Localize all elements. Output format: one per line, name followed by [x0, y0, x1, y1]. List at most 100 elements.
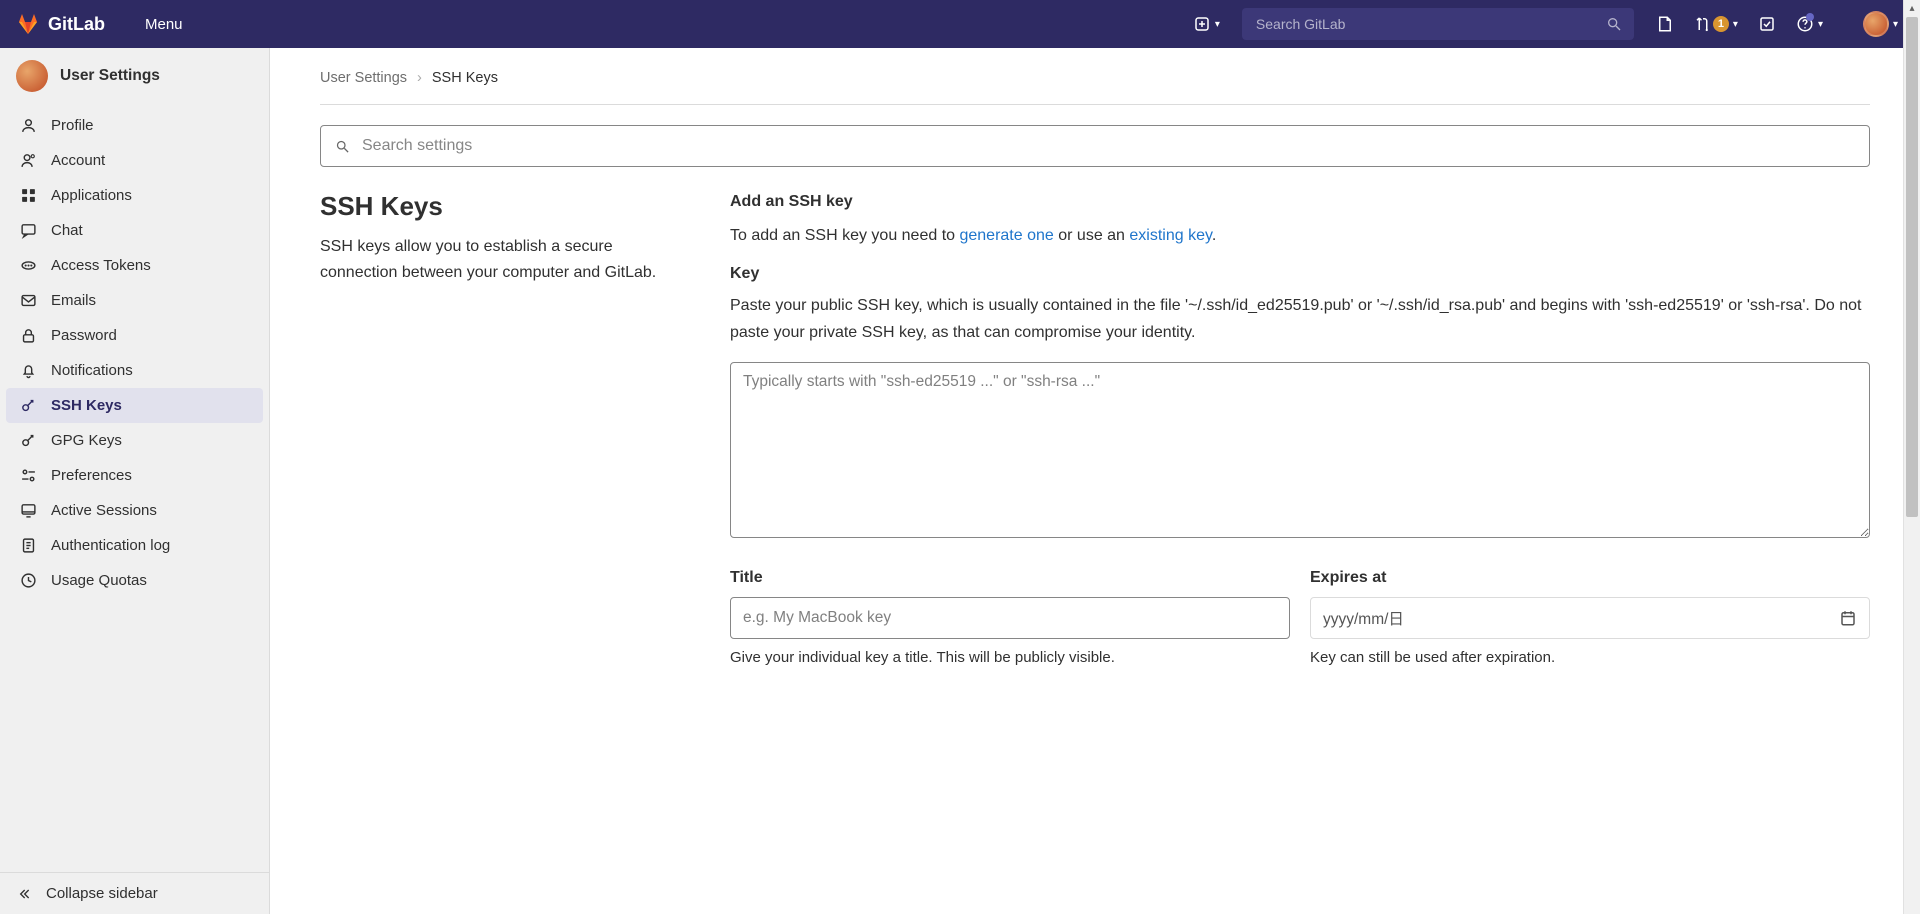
sidebar-item-access-tokens[interactable]: Access Tokens	[6, 248, 263, 283]
log-icon	[20, 537, 37, 554]
user-menu-button[interactable]: ▾	[1857, 5, 1904, 43]
intro-text: or use an	[1054, 227, 1130, 244]
sidebar-item-notifications[interactable]: Notifications	[6, 353, 263, 388]
chevron-right-icon: ›	[417, 70, 422, 86]
plus-icon	[1193, 15, 1211, 33]
search-icon	[1606, 16, 1622, 32]
sidebar-item-chat[interactable]: Chat	[6, 213, 263, 248]
notification-dot-icon	[1806, 13, 1814, 21]
intro-text: .	[1212, 227, 1216, 244]
sidebar-item-ssh-keys[interactable]: SSH Keys	[6, 388, 263, 423]
existing-key-link[interactable]: existing key	[1129, 227, 1211, 244]
chevron-down-icon: ▾	[1215, 19, 1220, 30]
menu-button[interactable]: Menu	[129, 10, 193, 39]
sidebar-item-gpg-keys[interactable]: GPG Keys	[6, 423, 263, 458]
brand-text: GitLab	[48, 14, 105, 35]
applications-icon	[20, 187, 37, 204]
chevron-down-icon: ▾	[1733, 19, 1738, 30]
sidebar-item-label: Access Tokens	[51, 257, 151, 274]
breadcrumb-item-user-settings[interactable]: User Settings	[320, 70, 407, 86]
expires-input[interactable]: yyyy/mm/日	[1310, 597, 1870, 639]
sidebar-item-label: SSH Keys	[51, 397, 122, 414]
account-icon	[20, 152, 37, 169]
sidebar-item-label: Emails	[51, 292, 96, 309]
scrollbar-thumb[interactable]	[1906, 17, 1918, 517]
menu-label: Menu	[145, 16, 183, 33]
sidebar-item-label: Usage Quotas	[51, 572, 147, 589]
sidebar-item-label: GPG Keys	[51, 432, 122, 449]
sidebar-item-label: Preferences	[51, 467, 132, 484]
issues-button[interactable]	[1650, 9, 1680, 39]
chevron-down-icon: ▾	[1818, 19, 1823, 30]
collapse-sidebar-button[interactable]: Collapse sidebar	[0, 872, 269, 914]
chat-icon	[20, 222, 37, 239]
merge-request-icon	[1694, 15, 1712, 33]
key-label: Key	[730, 265, 1870, 283]
add-ssh-key-intro: To add an SSH key you need to generate o…	[730, 223, 1870, 249]
profile-icon	[20, 117, 37, 134]
sidebar-item-active-sessions[interactable]: Active Sessions	[6, 493, 263, 528]
chevron-down-icon: ▾	[1893, 19, 1898, 30]
todos-button[interactable]	[1752, 9, 1782, 39]
sidebar-item-label: Authentication log	[51, 537, 170, 554]
title-input[interactable]	[730, 597, 1290, 639]
sidebar-item-account[interactable]: Account	[6, 143, 263, 178]
bell-icon	[20, 362, 37, 379]
sidebar-item-password[interactable]: Password	[6, 318, 263, 353]
search-settings-input[interactable]	[360, 136, 1855, 156]
global-search[interactable]	[1242, 8, 1634, 40]
search-settings[interactable]	[320, 125, 1870, 167]
sidebar-item-label: Notifications	[51, 362, 133, 379]
sidebar-item-emails[interactable]: Emails	[6, 283, 263, 318]
search-input[interactable]	[1254, 15, 1606, 33]
sidebar-item-preferences[interactable]: Preferences	[6, 458, 263, 493]
sidebar-item-label: Password	[51, 327, 117, 344]
create-new-button[interactable]: ▾	[1187, 9, 1226, 39]
sidebar-context-title: User Settings	[60, 67, 160, 85]
title-help-text: Give your individual key a title. This w…	[730, 647, 1290, 670]
gitlab-logo[interactable]: GitLab	[16, 12, 105, 36]
generate-one-link[interactable]: generate one	[959, 227, 1053, 244]
quota-icon	[20, 572, 37, 589]
sidebar-item-profile[interactable]: Profile	[6, 108, 263, 143]
intro-text: To add an SSH key you need to	[730, 227, 959, 244]
calendar-icon	[1839, 609, 1857, 627]
expires-help-text: Key can still be used after expiration.	[1310, 647, 1870, 670]
tanuki-icon	[16, 12, 40, 36]
page-subtitle: SSH keys allow you to establish a secure…	[320, 234, 690, 285]
sidebar-item-applications[interactable]: Applications	[6, 178, 263, 213]
collapse-label: Collapse sidebar	[46, 885, 158, 902]
breadcrumb-item-ssh-keys[interactable]: SSH Keys	[432, 70, 498, 86]
page-title: SSH Keys	[320, 191, 690, 222]
search-icon	[335, 139, 350, 154]
collapse-icon	[16, 886, 32, 902]
scroll-up-arrow-icon[interactable]: ▴	[1904, 0, 1920, 17]
sidebar: User Settings Profile Account Applicatio…	[0, 48, 270, 914]
user-avatar-icon	[1863, 11, 1889, 37]
sidebar-item-usage-quotas[interactable]: Usage Quotas	[6, 563, 263, 598]
mr-badge: 1	[1713, 16, 1729, 32]
sidebar-item-label: Profile	[51, 117, 94, 134]
user-avatar-icon	[16, 60, 48, 92]
expires-placeholder: yyyy/mm/日	[1323, 607, 1404, 629]
token-icon	[20, 257, 37, 274]
mail-icon	[20, 292, 37, 309]
sidebar-item-label: Active Sessions	[51, 502, 157, 519]
preferences-icon	[20, 467, 37, 484]
issues-icon	[1656, 15, 1674, 33]
lock-icon	[20, 327, 37, 344]
key-textarea[interactable]	[730, 362, 1870, 538]
main-content: User Settings › SSH Keys SSH Keys SSH ke…	[270, 48, 1920, 914]
add-ssh-key-heading: Add an SSH key	[730, 193, 1870, 211]
top-header: GitLab Menu ▾ 1 ▾ ▾ ▾	[0, 0, 1920, 48]
merge-requests-button[interactable]: 1 ▾	[1688, 9, 1744, 39]
help-button[interactable]: ▾	[1790, 9, 1829, 39]
key-icon	[20, 432, 37, 449]
key-icon	[20, 397, 37, 414]
sidebar-item-authentication-log[interactable]: Authentication log	[6, 528, 263, 563]
monitor-icon	[20, 502, 37, 519]
sidebar-item-label: Account	[51, 152, 105, 169]
sidebar-context[interactable]: User Settings	[0, 48, 269, 104]
scrollbar[interactable]: ▴	[1903, 0, 1920, 914]
sidebar-item-label: Chat	[51, 222, 83, 239]
